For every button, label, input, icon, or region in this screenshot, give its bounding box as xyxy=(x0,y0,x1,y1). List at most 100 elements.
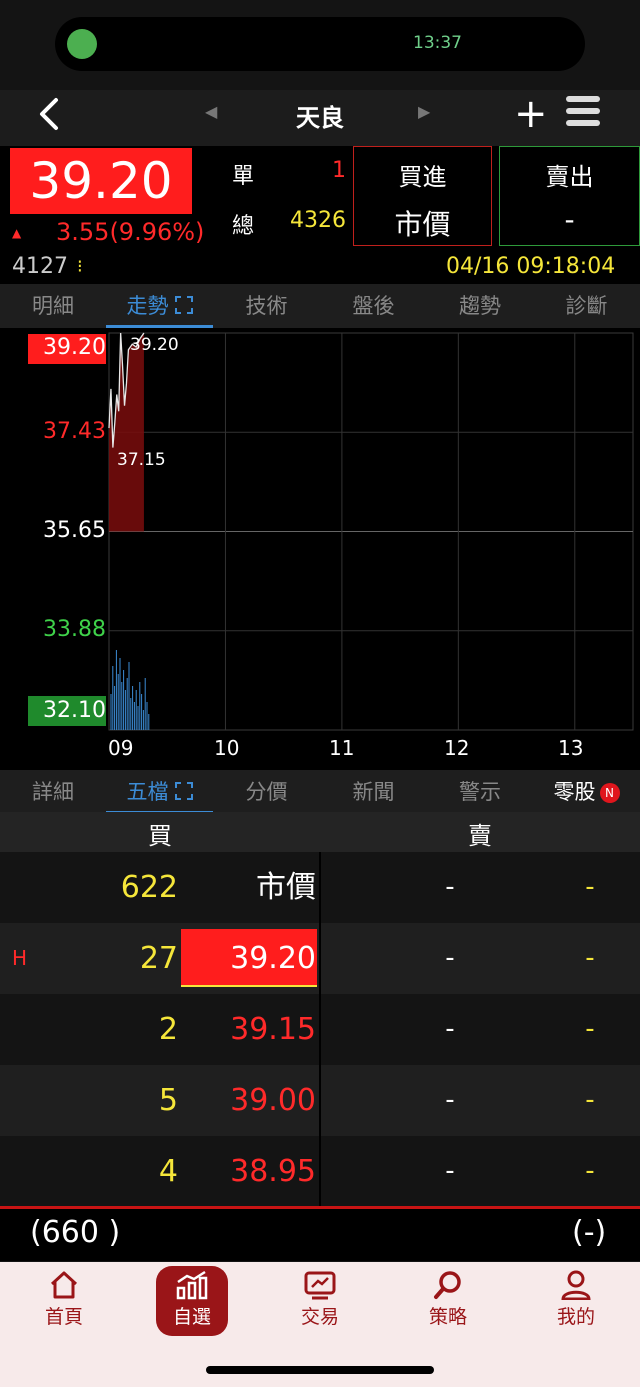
tab-after-hours[interactable]: 盤後 xyxy=(320,284,427,328)
x-tick-label: 11 xyxy=(329,736,355,760)
unit-volume-label: 單 xyxy=(232,164,255,189)
next-stock-icon[interactable]: ▶ xyxy=(418,102,430,121)
tab-detail[interactable]: 明細 xyxy=(0,284,106,328)
tab-trend-analysis[interactable]: 趨勢 xyxy=(427,284,533,328)
sell-quantity: - xyxy=(585,872,595,902)
expand-icon[interactable] xyxy=(174,782,193,800)
orderbook-divider xyxy=(319,852,321,1206)
buy-quantity: 5 xyxy=(158,1083,178,1118)
tab-odd-lot[interactable]: 零股 N xyxy=(533,770,640,814)
tab-label: 五檔 xyxy=(126,780,169,804)
tab-label: 零股 xyxy=(553,780,596,804)
trade-icon xyxy=(304,1271,336,1300)
tab-price-distribution[interactable]: 分價 xyxy=(213,770,320,814)
tab-news[interactable]: 新聞 xyxy=(320,770,427,814)
tab-label: 分價 xyxy=(245,780,288,804)
tab-details[interactable]: 詳細 xyxy=(0,770,106,814)
tab-trend[interactable]: 走勢 xyxy=(106,284,213,328)
buy-column-label: 買 xyxy=(148,822,172,850)
buy-total: (660 ) xyxy=(30,1215,121,1250)
expand-icon[interactable] xyxy=(174,296,193,314)
low-annotation: 37.15 xyxy=(117,450,166,470)
tab-watchlist[interactable]: 自選 xyxy=(156,1270,228,1329)
quote-header: 39.20 ▲ 3.55(9.96%) 單 1 總 4326 買進 市價 賣出 … xyxy=(0,146,640,284)
row-flag: H xyxy=(12,946,28,970)
row-flag xyxy=(12,852,42,923)
status-bar: 13:37 xyxy=(0,0,640,90)
chart-plot: 39.20 37.15 xyxy=(108,332,634,731)
sell-button[interactable]: 賣出 - xyxy=(499,146,640,246)
x-tick-label: 12 xyxy=(444,736,470,760)
tab-label: 警示 xyxy=(459,780,501,804)
tab-label: 首頁 xyxy=(44,1306,83,1328)
tab-label: 技術 xyxy=(245,294,288,318)
row-flag xyxy=(12,1065,42,1136)
buy-quantity: 4 xyxy=(158,1154,178,1189)
buy-price: 39.20 xyxy=(230,941,316,976)
tab-five-levels[interactable]: 五檔 xyxy=(106,770,213,814)
buy-price: 38.95 xyxy=(230,1154,316,1189)
up-arrow-icon: ▲ xyxy=(12,226,22,240)
sell-title: 賣出 xyxy=(545,163,594,191)
tab-home[interactable]: 首頁 xyxy=(28,1270,100,1329)
orderbook-totals: (660 ) (-) xyxy=(0,1209,640,1261)
buy-title: 買進 xyxy=(398,163,447,191)
volume-toggle-icon[interactable]: ⁝ xyxy=(77,256,83,277)
row-flag xyxy=(12,994,42,1065)
tab-label: 交易 xyxy=(300,1306,339,1328)
tab-technical[interactable]: 技術 xyxy=(213,284,320,328)
buy-price: 39.15 xyxy=(230,1012,316,1047)
buy-price: 市價 xyxy=(256,870,316,905)
dynamic-island: 13:37 xyxy=(55,17,585,71)
home-indicator xyxy=(206,1366,434,1374)
buy-price: 39.00 xyxy=(230,1083,316,1118)
tab-label: 診斷 xyxy=(565,294,608,318)
tab-profile[interactable]: 我的 xyxy=(540,1270,612,1329)
x-tick-label: 09 xyxy=(108,736,134,760)
tab-label: 盤後 xyxy=(352,294,395,318)
price-box: 39.20 xyxy=(10,148,192,214)
tab-label: 趨勢 xyxy=(459,294,501,318)
intraday-chart[interactable]: 39.20 37.43 35.65 33.88 32.10 39.20 37.15… xyxy=(0,328,640,770)
sell-quantity: - xyxy=(585,1156,595,1186)
buy-button[interactable]: 買進 市價 xyxy=(353,146,492,246)
buy-quantity: 27 xyxy=(139,941,178,976)
tab-diagnosis[interactable]: 診斷 xyxy=(533,284,640,328)
row-flag xyxy=(12,1136,42,1207)
tab-trade[interactable]: 交易 xyxy=(284,1270,356,1329)
add-icon[interactable]: + xyxy=(514,92,548,136)
menu-icon[interactable] xyxy=(566,96,600,130)
new-badge: N xyxy=(599,783,620,803)
buy-quantity: 622 xyxy=(120,870,178,905)
sell-quantity: - xyxy=(585,1085,595,1115)
tab-label: 自選 xyxy=(172,1306,211,1328)
sell-price: - xyxy=(445,872,455,902)
chart-icon xyxy=(176,1270,208,1300)
total-volume-value: 4326 xyxy=(290,208,346,233)
buy-price: 市價 xyxy=(394,208,451,241)
chart-tabs: 明細 走勢 技術 盤後 趨勢 診斷 xyxy=(0,284,640,328)
high-annotation: 39.20 xyxy=(130,335,179,355)
tab-label: 明細 xyxy=(32,294,74,318)
sell-quantity: - xyxy=(585,943,595,973)
tab-label: 策略 xyxy=(428,1306,467,1328)
bottom-tab-bar: 首頁 自選 交易 策略 我的 xyxy=(0,1262,640,1387)
sell-price: - xyxy=(445,1014,455,1044)
tab-label: 新聞 xyxy=(352,780,395,804)
status-time: 13:37 xyxy=(413,33,462,53)
tab-strategy[interactable]: 策略 xyxy=(412,1270,484,1329)
back-icon[interactable] xyxy=(36,94,68,138)
sell-total: (-) xyxy=(572,1215,607,1250)
tab-alerts[interactable]: 警示 xyxy=(427,770,533,814)
nav-bar: ◀ 天良 ▶ + xyxy=(0,90,640,146)
previous-stock-icon[interactable]: ◀ xyxy=(205,102,217,121)
sell-price: - xyxy=(564,203,575,236)
volume-value: 4127 xyxy=(12,254,68,279)
app-activity-icon xyxy=(67,29,97,59)
quote-datetime: 04/16 09:18:04 xyxy=(446,254,616,279)
total-volume-label: 總 xyxy=(232,214,255,239)
stock-name[interactable]: 天良 xyxy=(260,98,380,133)
last-price: 39.20 xyxy=(29,152,173,210)
search-icon xyxy=(434,1271,461,1299)
unit-volume-value: 1 xyxy=(332,158,346,183)
